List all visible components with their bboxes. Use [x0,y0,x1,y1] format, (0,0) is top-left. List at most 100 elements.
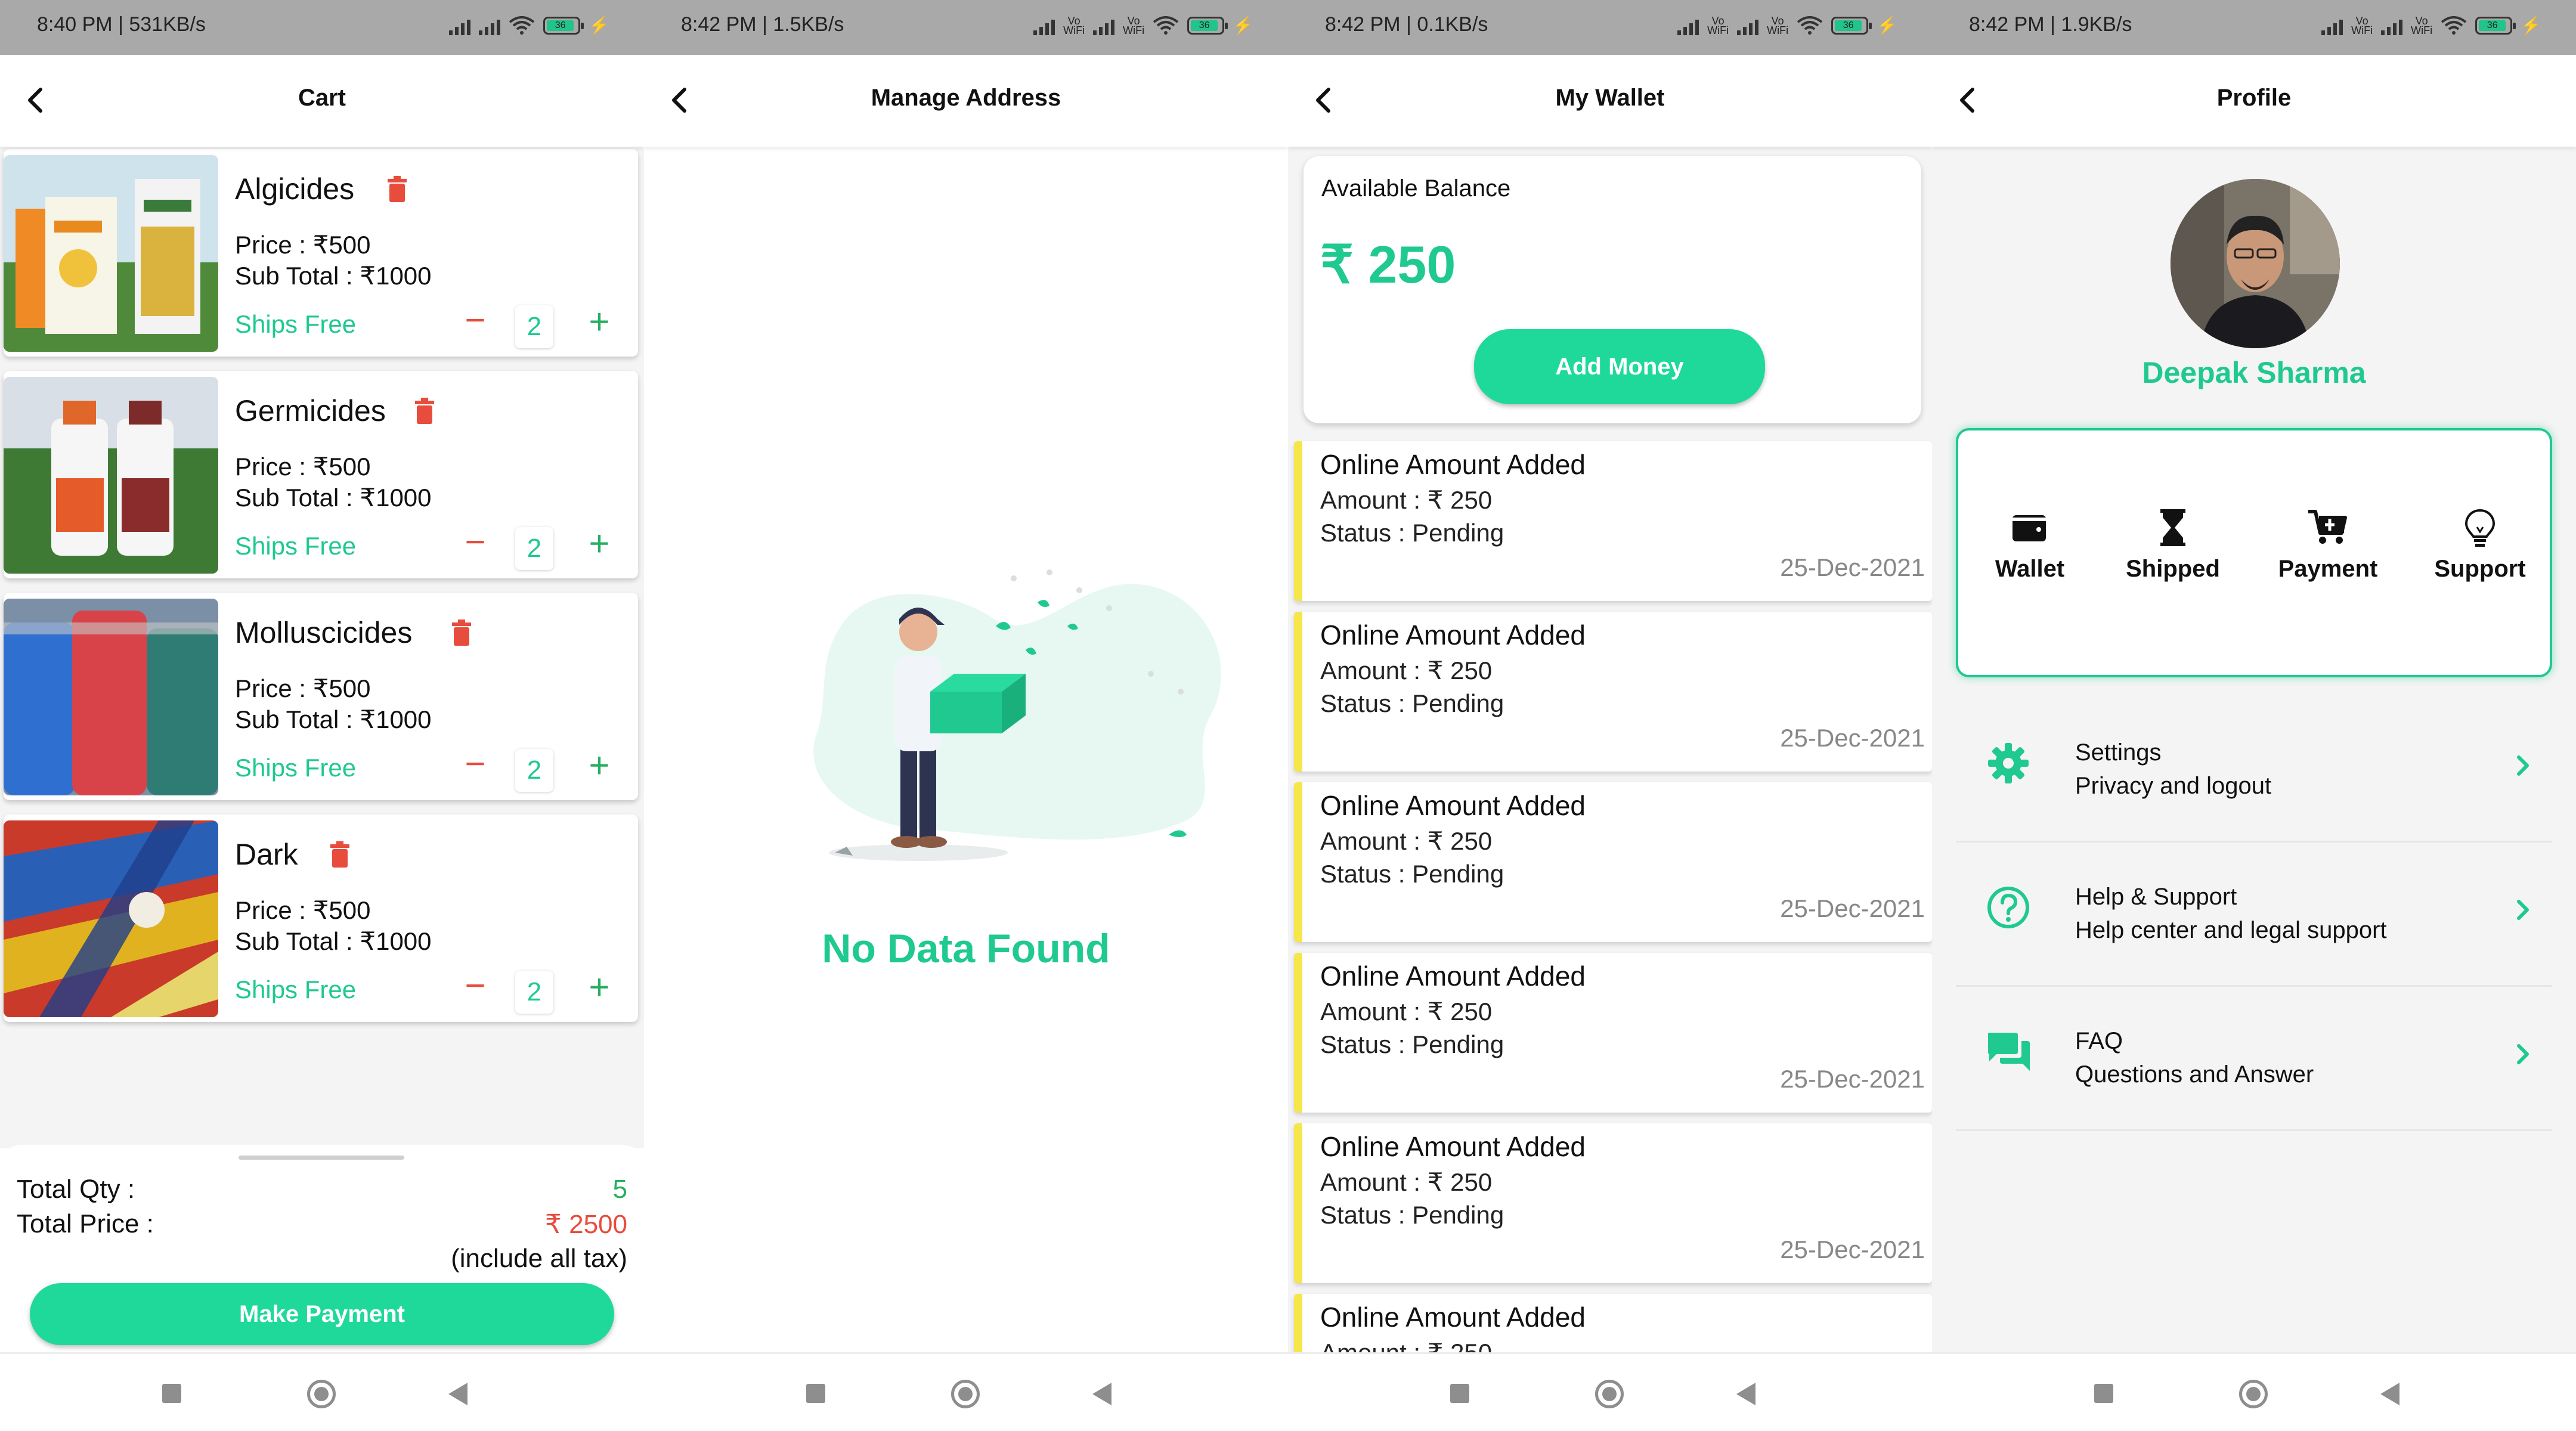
signal-icon [1033,16,1055,35]
increase-qty-button[interactable]: + [582,970,617,1005]
decrease-qty-button[interactable]: − [458,746,493,783]
transaction-item[interactable]: Online Amount Added Amount : ₹ 250 Statu… [1294,953,1932,1113]
product-image [4,377,218,574]
product-price: Price : ₹500 [235,674,371,702]
charging-icon: ⚡ [589,16,609,35]
cart-item[interactable]: Molluscicides Price : ₹500 Sub Total : ₹… [4,593,638,800]
increase-qty-button[interactable]: + [582,304,617,340]
transaction-status: Status : Pending [1320,1030,1504,1058]
home-button[interactable] [1595,1380,1624,1408]
app-bar: My Wallet [1288,55,1932,147]
delete-icon[interactable] [451,619,472,646]
product-name: Algicides [235,172,355,206]
transaction-title: Online Amount Added [1320,1302,1586,1333]
recents-button[interactable] [162,1384,181,1403]
status-bar: 8:42 PM | 1.9KB/s Vo WiFi Vo WiFi 36 ⚡ [1932,0,2576,55]
product-image [4,820,218,1017]
signal-icon [1737,16,1759,35]
user-name: Deepak Sharma [2142,356,2366,389]
increase-qty-button[interactable]: + [582,748,617,783]
transaction-item[interactable]: Online Amount Added Amount : ₹ 250 Statu… [1294,441,1932,601]
menu-item-faq[interactable]: FAQ Questions and Answer [1956,985,2552,1131]
cart-item[interactable]: Germicides Price : ₹500 Sub Total : ₹100… [4,371,638,578]
quick-action-payment[interactable]: Payment [2256,506,2399,583]
battery-icon: 36 [1187,16,1228,35]
quick-action-label: Support [2434,556,2526,582]
system-nav-bar [644,1352,1288,1431]
address-screen: 8:42 PM | 1.5KB/s Vo WiFi Vo WiFi 36 ⚡ Man… [644,0,1288,1431]
shipping-label: Ships Free [235,754,357,782]
product-subtotal: Sub Total : ₹1000 [235,262,432,290]
vowifi-icon: Vo WiFi [2351,14,2373,36]
battery-icon: 36 [1831,16,1872,35]
charging-icon: ⚡ [1233,16,1253,35]
transaction-amount: Amount : ₹ 250 [1320,486,1493,514]
transaction-status: Status : Pending [1320,689,1504,717]
total-qty-value: 5 [612,1175,627,1204]
recents-button[interactable] [1450,1384,1469,1403]
product-name: Molluscicides [235,616,413,649]
transaction-item[interactable]: Online Amount Added Amount : ₹ 250 [1294,1294,1932,1352]
recents-button[interactable] [806,1384,825,1403]
add-money-button[interactable]: Add Money [1474,329,1765,404]
decrease-qty-button[interactable]: − [458,968,493,1005]
recents-button[interactable] [2094,1384,2113,1403]
product-subtotal: Sub Total : ₹1000 [235,484,432,512]
profile-screen: 8:42 PM | 1.9KB/s Vo WiFi Vo WiFi 36 ⚡ Pro… [1932,0,2576,1431]
help-circle-icon [1987,887,2029,928]
transaction-title: Online Amount Added [1320,790,1586,821]
back-button[interactable] [448,1383,467,1405]
quantity-value: 2 [515,971,553,1014]
status-bar: 8:42 PM | 1.5KB/s Vo WiFi Vo WiFi 36 ⚡ [644,0,1288,55]
chevron-right-icon [2517,755,2529,776]
back-button[interactable] [2380,1383,2399,1405]
delete-icon[interactable] [414,397,435,425]
signal-icon [1093,16,1115,35]
transaction-date: 25-Dec-2021 [1780,553,1925,581]
shipping-label: Ships Free [235,975,357,1003]
quick-action-wallet[interactable]: Wallet [1958,506,2101,583]
menu-item-subtitle: Help center and legal support [2075,917,2387,943]
signal-icon [449,16,471,35]
decrease-qty-button[interactable]: − [458,302,493,340]
vowifi-icon: Vo WiFi [1767,14,1789,36]
home-button[interactable] [2239,1380,2268,1408]
quick-action-shipped[interactable]: Shipped [2101,506,2244,583]
quantity-value: 2 [515,749,553,792]
delete-icon[interactable] [386,175,408,203]
transaction-title: Online Amount Added [1320,1131,1586,1162]
vowifi-icon: Vo WiFi [1063,14,1085,36]
product-name: Dark [235,838,298,871]
shipping-label: Ships Free [235,532,357,560]
transaction-item[interactable]: Online Amount Added Amount : ₹ 250 Statu… [1294,1123,1932,1283]
sheet-handle[interactable] [239,1156,404,1160]
decrease-qty-button[interactable]: − [458,524,493,562]
back-button[interactable] [1092,1383,1111,1405]
home-button[interactable] [951,1380,980,1408]
avatar[interactable] [2171,179,2340,348]
tax-note: (include all tax) [451,1244,627,1273]
chat-icon [1988,1033,2030,1071]
total-qty-label: Total Qty : [17,1175,135,1204]
quick-action-support[interactable]: Support [2408,506,2552,583]
transaction-date: 25-Dec-2021 [1780,894,1925,922]
balance-label: Available Balance [1321,175,1511,202]
transaction-status: Status : Pending [1320,1201,1504,1229]
transaction-item[interactable]: Online Amount Added Amount : ₹ 250 Statu… [1294,782,1932,942]
menu-item-help-support[interactable]: Help & Support Help center and legal sup… [1956,841,2552,987]
menu-item-settings[interactable]: Settings Privacy and logout [1956,696,2552,843]
vowifi-icon: Vo WiFi [2411,14,2433,36]
transaction-date: 25-Dec-2021 [1780,1065,1925,1093]
app-bar: Manage Address [644,55,1288,147]
home-button[interactable] [307,1380,336,1408]
cart-item[interactable]: Dark Price : ₹500 Sub Total : ₹1000 Ship… [4,814,638,1022]
product-subtotal: Sub Total : ₹1000 [235,705,432,733]
status-icons: Vo WiFi Vo WiFi 36 ⚡ [1677,14,1897,36]
make-payment-button[interactable]: Make Payment [30,1283,614,1345]
transaction-item[interactable]: Online Amount Added Amount : ₹ 250 Statu… [1294,612,1932,772]
wifi-icon [1153,16,1179,35]
cart-item[interactable]: Algicides Price : ₹500 Sub Total : ₹1000… [4,149,638,357]
delete-icon[interactable] [329,841,351,868]
increase-qty-button[interactable]: + [582,526,617,562]
back-button[interactable] [1736,1383,1755,1405]
